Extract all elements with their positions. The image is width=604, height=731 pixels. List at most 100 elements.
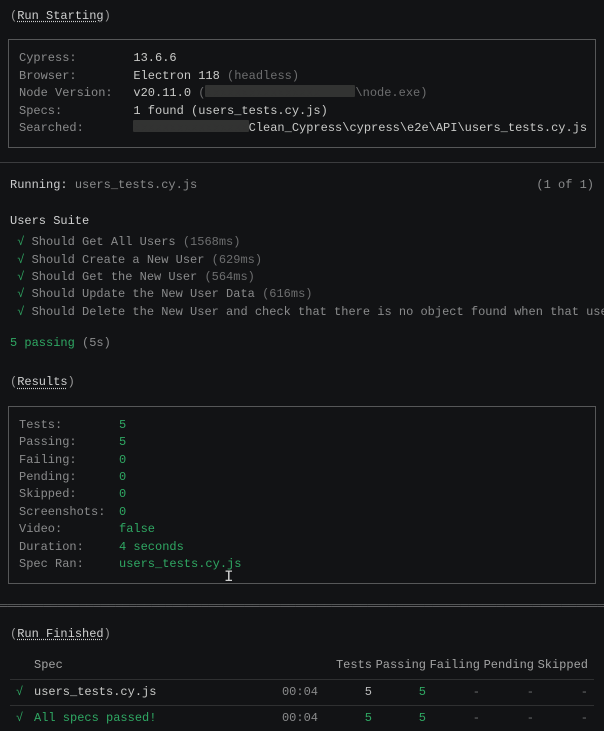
row-spec: users_tests.cy.js [28, 684, 258, 701]
paren-close: ) [104, 9, 111, 23]
redacted-path: xxxxxxxxxxxxxxxx [205, 85, 355, 97]
results-failing: 0 [119, 452, 126, 469]
run-finished-text: Run Finished [17, 627, 103, 641]
results-header: (Results) [0, 366, 604, 399]
env-label: Cypress: [19, 50, 119, 67]
results-label: Failing: [19, 452, 119, 469]
results-label: Screenshots: [19, 504, 119, 521]
env-label: Node Version: [19, 85, 119, 102]
check-icon: √ [17, 305, 24, 319]
check-icon: √ [17, 235, 24, 249]
running-line: Running: users_tests.cy.js (1 of 1) [0, 177, 604, 194]
browser-mode: (headless) [227, 68, 299, 85]
row-pending: - [480, 684, 534, 701]
check-icon: √ [17, 253, 24, 267]
test-duration: (1568ms) [183, 235, 241, 249]
env-info-box: Cypress: 13.6.6 Browser: Electron 118 (h… [8, 39, 596, 148]
divider [0, 162, 604, 163]
redacted-path: xxxxxxxxxxxxxxxx [133, 120, 248, 132]
node-tail: \node.exe) [355, 85, 427, 102]
row-passing: 5 [372, 684, 426, 701]
results-label: Spec Ran: [19, 556, 119, 573]
check-icon: √ [16, 684, 28, 701]
th-spec: Spec [16, 657, 318, 674]
final-pending: - [480, 710, 534, 727]
running-label: Running: [10, 178, 68, 192]
results-label: Pending: [19, 469, 119, 486]
searched-tail: Clean_Cypress\cypress\e2e\API\users_test… [249, 120, 587, 137]
row-time: 00:04 [258, 684, 318, 701]
th-failing: Failing [426, 657, 480, 674]
test-row: √ Should Delete the New User and check t… [0, 304, 604, 321]
test-name: Should Get the New User [32, 270, 198, 284]
run-starting-text: Run Starting [17, 9, 103, 23]
env-specs-row: Specs: 1 found (users_tests.cy.js) [19, 103, 585, 120]
browser-name: Electron 118 [133, 68, 219, 85]
passing-time: (5s) [82, 336, 111, 350]
paren-close: ) [104, 627, 111, 641]
double-rule: ════════════════════════════════════════… [0, 598, 604, 615]
env-node-row: Node Version: v20.11.0 (xxxxxxxxxxxxxxxx… [19, 85, 585, 102]
results-video: false [119, 521, 155, 538]
table-row: √ users_tests.cy.js 00:04 5 5 - - - [10, 679, 594, 705]
final-failing: - [426, 710, 480, 727]
node-version: v20.11.0 [133, 85, 191, 102]
summary-table: Spec Tests Passing Failing Pending Skipp… [0, 653, 604, 731]
final-time: 00:04 [258, 710, 318, 727]
env-label: Specs: [19, 103, 119, 120]
th-passing: Passing [372, 657, 426, 674]
th-pending: Pending [480, 657, 534, 674]
env-searched-row: Searched: xxxxxxxxxxxxxxxxClean_Cypress\… [19, 120, 585, 137]
results-passing: 5 [119, 434, 126, 451]
test-duration: (616ms) [262, 287, 312, 301]
test-row: √ Should Get the New User (564ms) [0, 269, 604, 286]
run-finished-header: (Run Finished) [0, 626, 604, 653]
run-starting-header: (Run Starting) [0, 0, 604, 33]
test-duration: (564ms) [204, 270, 254, 284]
results-duration: 4 seconds [119, 539, 184, 556]
check-icon: √ [16, 710, 28, 727]
th-tests: Tests [318, 657, 372, 674]
text-cursor-icon: I [224, 566, 234, 589]
env-label: Browser: [19, 68, 119, 85]
test-row: √ Should Update the New User Data (616ms… [0, 286, 604, 303]
row-failing: - [426, 684, 480, 701]
test-name: Should Update the New User Data [32, 287, 255, 301]
results-skipped: 0 [119, 486, 126, 503]
running-file: users_tests.cy.js [75, 178, 197, 192]
final-tests: 5 [318, 710, 372, 727]
results-pending: 0 [119, 469, 126, 486]
results-label: Passing: [19, 434, 119, 451]
specs-value: 1 found (users_tests.cy.js) [133, 103, 327, 120]
cypress-version: 13.6.6 [133, 50, 176, 67]
th-skipped: Skipped [534, 657, 588, 674]
running-counter: (1 of 1) [536, 177, 594, 194]
paren-close: ) [68, 375, 75, 389]
results-box: Tests:5 Passing:5 Failing:0 Pending:0 Sk… [8, 406, 596, 585]
results-screenshots: 0 [119, 504, 126, 521]
env-browser-row: Browser: Electron 118 (headless) [19, 68, 585, 85]
row-skipped: - [534, 684, 588, 701]
final-passing: 5 [372, 710, 426, 727]
test-row: √ Should Get All Users (1568ms) [0, 234, 604, 251]
env-cypress-row: Cypress: 13.6.6 [19, 50, 585, 67]
results-label: Duration: [19, 539, 119, 556]
test-name: Should Delete the New User and check tha… [32, 305, 604, 319]
results-label: Skipped: [19, 486, 119, 503]
results-label: Video: [19, 521, 119, 538]
test-duration: (629ms) [212, 253, 262, 267]
test-name: Should Get All Users [32, 235, 176, 249]
row-tests: 5 [318, 684, 372, 701]
final-skipped: - [534, 710, 588, 727]
suite-title: Users Suite [0, 195, 604, 234]
passing-summary: 5 passing (5s) [0, 321, 604, 366]
final-label: All specs passed! [28, 710, 258, 727]
env-label: Searched: [19, 120, 119, 137]
test-row: √ Should Create a New User (629ms) [0, 252, 604, 269]
test-name: Should Create a New User [32, 253, 205, 267]
check-icon: √ [17, 287, 24, 301]
results-label: Tests: [19, 417, 119, 434]
table-header-row: Spec Tests Passing Failing Pending Skipp… [10, 653, 594, 678]
passing-count: 5 passing [10, 336, 75, 350]
check-icon: √ [17, 270, 24, 284]
